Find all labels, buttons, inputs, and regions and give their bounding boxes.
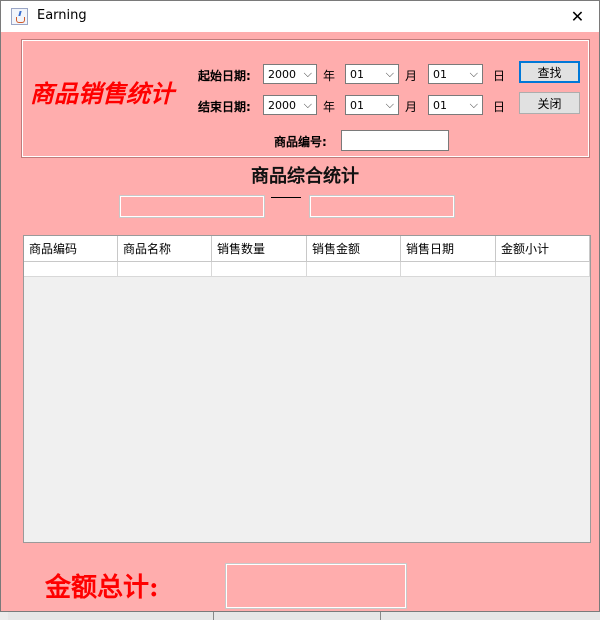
column-header-product-code[interactable]: 商品编码 xyxy=(24,236,118,262)
table-cell[interactable] xyxy=(212,262,307,277)
column-header-sales-date[interactable]: 销售日期 xyxy=(401,236,496,262)
end-year-value: 2000 xyxy=(268,98,296,112)
table-cell[interactable] xyxy=(118,262,212,277)
chevron-down-icon: ⌵ xyxy=(385,67,394,80)
month-unit: 月 xyxy=(405,100,418,114)
table-cell[interactable] xyxy=(307,262,401,277)
end-month-value: 01 xyxy=(350,98,364,112)
java-cup-icon xyxy=(11,8,28,25)
end-month-select[interactable]: 01 ⌵ xyxy=(345,95,399,115)
title-bar[interactable]: Earning ✕ xyxy=(1,1,599,32)
range-start-field[interactable] xyxy=(119,195,265,218)
start-year-value: 2000 xyxy=(268,67,296,81)
column-header-sales-amount[interactable]: 销售金额 xyxy=(307,236,401,262)
range-end-field[interactable] xyxy=(309,195,455,218)
column-header-amount-subtotal[interactable]: 金额小计 xyxy=(496,236,590,262)
table-cell[interactable] xyxy=(24,262,118,277)
product-code-label: 商品编号: xyxy=(274,135,327,149)
end-date-label: 结束日期: xyxy=(198,100,251,114)
start-month-select[interactable]: 01 ⌵ xyxy=(345,64,399,84)
close-button[interactable]: 关闭 xyxy=(519,92,580,114)
start-year-select[interactable]: 2000 ⌵ xyxy=(263,64,317,84)
window-title: Earning xyxy=(37,8,87,23)
day-unit: 日 xyxy=(493,100,506,114)
table-cell[interactable] xyxy=(496,262,590,277)
summary-title: 商品综合统计 xyxy=(251,166,359,187)
close-icon[interactable]: ✕ xyxy=(556,1,599,32)
table-cell[interactable] xyxy=(401,262,496,277)
month-unit: 月 xyxy=(405,69,418,83)
chevron-down-icon: ⌵ xyxy=(303,98,312,111)
chevron-down-icon: ⌵ xyxy=(469,98,478,111)
product-code-input[interactable] xyxy=(341,130,449,151)
earning-window: Earning ✕ 商品销售统计 起始日期: 2000 ⌵ 年 01 ⌵ 月 01 ⌵… xyxy=(0,0,600,612)
search-button[interactable]: 查找 xyxy=(519,61,580,83)
year-unit: 年 xyxy=(323,69,336,83)
end-day-value: 01 xyxy=(433,98,447,112)
range-separator xyxy=(271,197,301,198)
start-date-label: 起始日期: xyxy=(198,69,251,83)
start-day-select[interactable]: 01 ⌵ xyxy=(428,64,483,84)
chevron-down-icon: ⌵ xyxy=(303,67,312,80)
day-unit: 日 xyxy=(493,69,506,83)
end-day-select[interactable]: 01 ⌵ xyxy=(428,95,483,115)
total-amount-field[interactable] xyxy=(225,563,407,609)
column-header-sales-quantity[interactable]: 销售数量 xyxy=(212,236,307,262)
chevron-down-icon: ⌵ xyxy=(385,98,394,111)
background-window-edge xyxy=(8,612,600,620)
sales-table[interactable]: 商品编码 商品名称 销售数量 销售金额 销售日期 金额小计 xyxy=(23,235,591,543)
total-label: 金额总计: xyxy=(45,573,159,603)
start-day-value: 01 xyxy=(433,67,447,81)
year-unit: 年 xyxy=(323,100,336,114)
chevron-down-icon: ⌵ xyxy=(469,67,478,80)
column-header-product-name[interactable]: 商品名称 xyxy=(118,236,212,262)
app-heading: 商品销售统计 xyxy=(30,79,174,108)
start-month-value: 01 xyxy=(350,67,364,81)
end-year-select[interactable]: 2000 ⌵ xyxy=(263,95,317,115)
